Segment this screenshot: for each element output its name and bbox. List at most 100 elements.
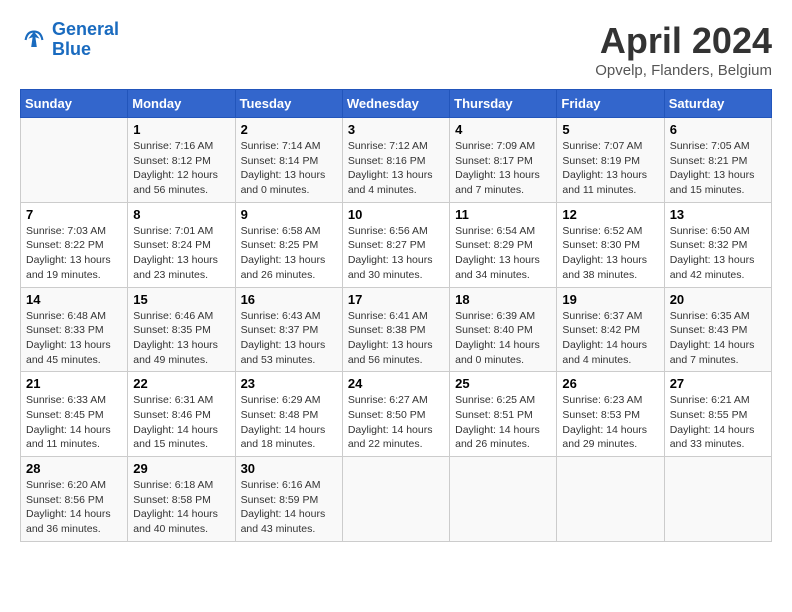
day-detail: Sunrise: 7:07 AMSunset: 8:19 PMDaylight:… xyxy=(562,139,658,198)
calendar-cell: 9Sunrise: 6:58 AMSunset: 8:25 PMDaylight… xyxy=(235,202,342,287)
day-detail: Sunrise: 6:52 AMSunset: 8:30 PMDaylight:… xyxy=(562,224,658,283)
day-detail: Sunrise: 6:41 AMSunset: 8:38 PMDaylight:… xyxy=(348,309,444,368)
weekday-header-row: SundayMondayTuesdayWednesdayThursdayFrid… xyxy=(21,90,772,118)
calendar-cell xyxy=(557,457,664,542)
calendar-cell: 20 Sunrise: 6:35 AMSunset: 8:43 PMDayligh… xyxy=(664,287,771,372)
day-detail: Sunrise: 6:56 AMSunset: 8:27 PMDaylight:… xyxy=(348,224,444,283)
calendar-cell: 24 Sunrise: 6:27 AMSunset: 8:50 PMDayligh… xyxy=(342,372,449,457)
day-number: 30 xyxy=(241,461,337,476)
header: General Blue April 2024 Opvelp, Flanders… xyxy=(20,20,772,79)
weekday-header: Monday xyxy=(128,90,235,118)
title-area: April 2024 Opvelp, Flanders, Belgium xyxy=(595,20,772,79)
calendar-cell: 23Sunrise: 6:29 AMSunset: 8:48 PMDayligh… xyxy=(235,372,342,457)
calendar-cell: 4Sunrise: 7:09 AMSunset: 8:17 PMDaylight… xyxy=(450,118,557,203)
calendar-cell: 1Sunrise: 7:16 AMSunset: 8:12 PMDaylight… xyxy=(128,118,235,203)
day-detail: Sunrise: 6:21 AMSunset: 8:55 PMDaylight:… xyxy=(670,393,766,452)
calendar-cell: 11 Sunrise: 6:54 AMSunset: 8:29 PMDayligh… xyxy=(450,202,557,287)
day-number: 21 xyxy=(26,376,122,391)
calendar-cell: 29 Sunrise: 6:18 AMSunset: 8:58 PMDayligh… xyxy=(128,457,235,542)
calendar-week-row: 28 Sunrise: 6:20 AMSunset: 8:56 PMDayligh… xyxy=(21,457,772,542)
day-detail: Sunrise: 6:39 AMSunset: 8:40 PMDaylight:… xyxy=(455,309,551,368)
day-number: 22 xyxy=(133,376,229,391)
day-number: 28 xyxy=(26,461,122,476)
weekday-header: Thursday xyxy=(450,90,557,118)
day-detail: Sunrise: 6:37 AMSunset: 8:42 PMDaylight:… xyxy=(562,309,658,368)
calendar-cell: 16Sunrise: 6:43 AMSunset: 8:37 PMDayligh… xyxy=(235,287,342,372)
calendar-week-row: 1Sunrise: 7:16 AMSunset: 8:12 PMDaylight… xyxy=(21,118,772,203)
day-detail: Sunrise: 6:35 AMSunset: 8:43 PMDaylight:… xyxy=(670,309,766,368)
day-number: 13 xyxy=(670,207,766,222)
calendar-cell xyxy=(21,118,128,203)
calendar-cell: 27 Sunrise: 6:21 AMSunset: 8:55 PMDayligh… xyxy=(664,372,771,457)
day-detail: Sunrise: 6:33 AMSunset: 8:45 PMDaylight:… xyxy=(26,393,122,452)
day-detail: Sunrise: 7:09 AMSunset: 8:17 PMDaylight:… xyxy=(455,139,551,198)
logo-line2: Blue xyxy=(52,39,91,59)
calendar-cell: 25 Sunrise: 6:25 AMSunset: 8:51 PMDayligh… xyxy=(450,372,557,457)
day-number: 29 xyxy=(133,461,229,476)
calendar-cell: 21 Sunrise: 6:33 AMSunset: 8:45 PMDayligh… xyxy=(21,372,128,457)
day-detail: Sunrise: 7:14 AMSunset: 8:14 PMDaylight:… xyxy=(241,139,337,198)
calendar-cell: 6 Sunrise: 7:05 AMSunset: 8:21 PMDaylight… xyxy=(664,118,771,203)
logo-text: General Blue xyxy=(52,20,119,60)
day-number: 3 xyxy=(348,122,444,137)
day-number: 14 xyxy=(26,292,122,307)
calendar-cell: 28 Sunrise: 6:20 AMSunset: 8:56 PMDayligh… xyxy=(21,457,128,542)
day-number: 15 xyxy=(133,292,229,307)
day-number: 9 xyxy=(241,207,337,222)
calendar-cell: 7 Sunrise: 7:03 AMSunset: 8:22 PMDaylight… xyxy=(21,202,128,287)
weekday-header: Wednesday xyxy=(342,90,449,118)
day-number: 12 xyxy=(562,207,658,222)
day-number: 24 xyxy=(348,376,444,391)
day-detail: Sunrise: 6:54 AMSunset: 8:29 PMDaylight:… xyxy=(455,224,551,283)
weekday-header: Friday xyxy=(557,90,664,118)
day-detail: Sunrise: 6:16 AMSunset: 8:59 PMDaylight:… xyxy=(241,478,337,537)
day-detail: Sunrise: 6:43 AMSunset: 8:37 PMDaylight:… xyxy=(241,309,337,368)
day-number: 2 xyxy=(241,122,337,137)
calendar-cell: 12 Sunrise: 6:52 AMSunset: 8:30 PMDayligh… xyxy=(557,202,664,287)
day-detail: Sunrise: 6:25 AMSunset: 8:51 PMDaylight:… xyxy=(455,393,551,452)
calendar-cell: 13Sunrise: 6:50 AMSunset: 8:32 PMDayligh… xyxy=(664,202,771,287)
day-detail: Sunrise: 7:03 AMSunset: 8:22 PMDaylight:… xyxy=(26,224,122,283)
day-detail: Sunrise: 6:20 AMSunset: 8:56 PMDaylight:… xyxy=(26,478,122,537)
day-number: 8 xyxy=(133,207,229,222)
day-detail: Sunrise: 7:12 AMSunset: 8:16 PMDaylight:… xyxy=(348,139,444,198)
day-number: 19 xyxy=(562,292,658,307)
logo: General Blue xyxy=(20,20,119,60)
day-detail: Sunrise: 6:46 AMSunset: 8:35 PMDaylight:… xyxy=(133,309,229,368)
calendar-cell: 18 Sunrise: 6:39 AMSunset: 8:40 PMDayligh… xyxy=(450,287,557,372)
day-number: 11 xyxy=(455,207,551,222)
weekday-header: Tuesday xyxy=(235,90,342,118)
day-number: 20 xyxy=(670,292,766,307)
day-detail: Sunrise: 6:48 AMSunset: 8:33 PMDaylight:… xyxy=(26,309,122,368)
day-number: 25 xyxy=(455,376,551,391)
day-number: 26 xyxy=(562,376,658,391)
calendar-cell: 15 Sunrise: 6:46 AMSunset: 8:35 PMDayligh… xyxy=(128,287,235,372)
day-number: 27 xyxy=(670,376,766,391)
calendar-cell: 14 Sunrise: 6:48 AMSunset: 8:33 PMDayligh… xyxy=(21,287,128,372)
day-number: 18 xyxy=(455,292,551,307)
day-detail: Sunrise: 7:05 AMSunset: 8:21 PMDaylight:… xyxy=(670,139,766,198)
calendar-cell: 5 Sunrise: 7:07 AMSunset: 8:19 PMDaylight… xyxy=(557,118,664,203)
day-detail: Sunrise: 6:27 AMSunset: 8:50 PMDaylight:… xyxy=(348,393,444,452)
calendar-cell: 8 Sunrise: 7:01 AMSunset: 8:24 PMDaylight… xyxy=(128,202,235,287)
calendar-week-row: 7 Sunrise: 7:03 AMSunset: 8:22 PMDaylight… xyxy=(21,202,772,287)
calendar-week-row: 21 Sunrise: 6:33 AMSunset: 8:45 PMDayligh… xyxy=(21,372,772,457)
day-detail: Sunrise: 7:01 AMSunset: 8:24 PMDaylight:… xyxy=(133,224,229,283)
calendar-cell: 22 Sunrise: 6:31 AMSunset: 8:46 PMDayligh… xyxy=(128,372,235,457)
calendar-cell: 30 Sunrise: 6:16 AMSunset: 8:59 PMDayligh… xyxy=(235,457,342,542)
day-number: 6 xyxy=(670,122,766,137)
weekday-header: Sunday xyxy=(21,90,128,118)
calendar-cell: 3 Sunrise: 7:12 AMSunset: 8:16 PMDaylight… xyxy=(342,118,449,203)
day-number: 17 xyxy=(348,292,444,307)
day-detail: Sunrise: 6:18 AMSunset: 8:58 PMDaylight:… xyxy=(133,478,229,537)
day-number: 5 xyxy=(562,122,658,137)
calendar-cell xyxy=(664,457,771,542)
logo-icon xyxy=(20,26,48,54)
weekday-header: Saturday xyxy=(664,90,771,118)
calendar-week-row: 14 Sunrise: 6:48 AMSunset: 8:33 PMDayligh… xyxy=(21,287,772,372)
calendar-cell: 26Sunrise: 6:23 AMSunset: 8:53 PMDayligh… xyxy=(557,372,664,457)
day-number: 7 xyxy=(26,207,122,222)
day-detail: Sunrise: 7:16 AMSunset: 8:12 PMDaylight:… xyxy=(133,139,229,198)
calendar-cell xyxy=(342,457,449,542)
day-detail: Sunrise: 6:31 AMSunset: 8:46 PMDaylight:… xyxy=(133,393,229,452)
